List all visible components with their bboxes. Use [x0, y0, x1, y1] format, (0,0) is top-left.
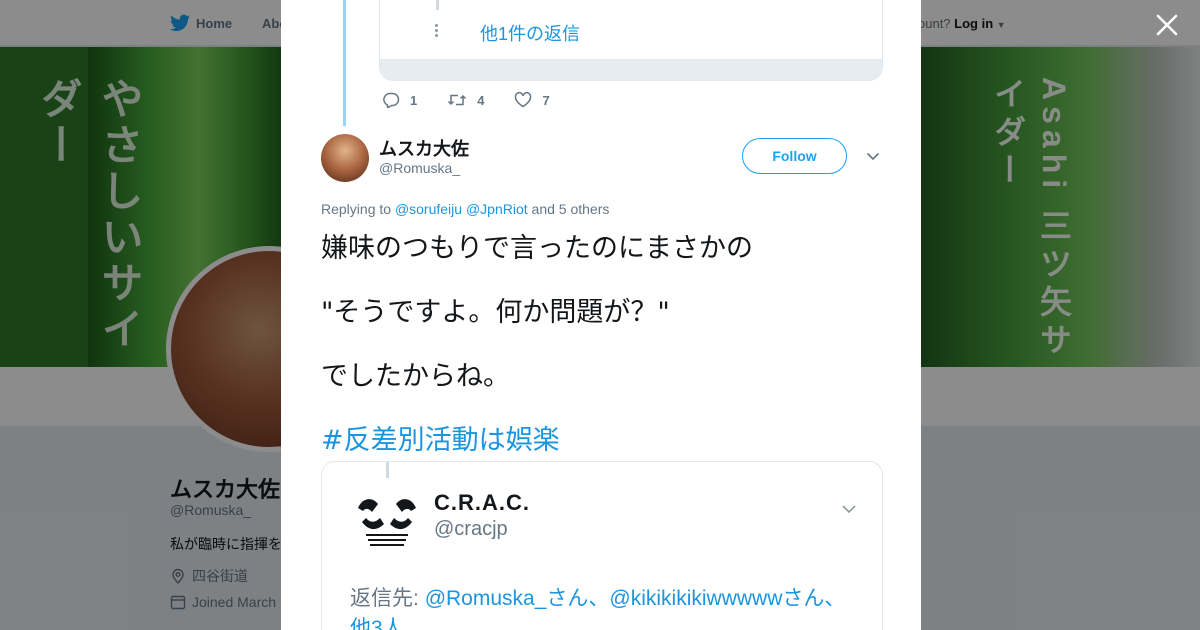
chevron-down-icon[interactable]: [865, 148, 881, 164]
replying-user-2[interactable]: @JpnRiot: [466, 201, 528, 217]
thread-connector-line: [343, 0, 346, 126]
media-account-handle: @cracjp: [434, 518, 508, 540]
tweet-author-avatar[interactable]: [321, 134, 369, 182]
like-count: 7: [542, 92, 550, 108]
parent-quoted-card[interactable]: 他1件の返信: [379, 0, 883, 81]
media-reply-sep-2: さん、: [782, 587, 846, 610]
tweet-author-handle[interactable]: @Romuska_: [379, 160, 460, 176]
quoted-thread-line: [436, 0, 439, 10]
media-reply-user-2: @kikikikikiwwwww: [609, 587, 783, 610]
media-chevron-down-icon: [842, 505, 856, 514]
tweet-hashtag[interactable]: #反差別活動は娯楽: [321, 418, 560, 457]
follow-button[interactable]: Follow: [742, 138, 847, 174]
replying-suffix: and 5 others: [531, 201, 610, 217]
close-icon[interactable]: [1154, 12, 1180, 38]
tweet-text-line-2: "そうですよ。何か問題が？": [321, 297, 670, 328]
quoted-card-footer: [380, 59, 882, 80]
retweet-icon: [448, 94, 467, 106]
media-reply-sep-1: さん、: [546, 587, 610, 610]
media-account-name: C.R.A.C.: [434, 490, 530, 515]
media-reply-more: 他3人: [350, 617, 404, 630]
retweet-action[interactable]: 4: [447, 92, 484, 108]
tweet-media-image[interactable]: C.R.A.C. @cracjp 返信先: @Romuska_さん、@kikik…: [321, 461, 883, 630]
tweet-author-name[interactable]: ムスカ大佐: [379, 135, 469, 161]
media-reply-line: 返信先: @Romuska_さん、@kikikikikiwwwwwさん、: [350, 582, 845, 612]
crac-logo-icon: [358, 499, 416, 546]
more-dots-icon: [435, 24, 440, 39]
replying-user-1[interactable]: @sorufeiju: [395, 201, 462, 217]
media-reply-prefix: 返信先:: [350, 587, 419, 610]
parent-tweet-actions: 1 4 7: [382, 92, 550, 108]
tweet-text-line-3: でしたからね。: [321, 361, 510, 392]
replying-to: Replying to @sorufeiju @JpnRiot and 5 ot…: [321, 201, 609, 217]
more-replies-link[interactable]: 他1件の返信: [480, 20, 580, 46]
retweet-count: 4: [477, 92, 485, 108]
reply-icon: [383, 92, 400, 108]
reply-action[interactable]: 1: [382, 92, 417, 108]
tweet-text-line-1: 嫌味のつもりで言ったのにまさかの: [321, 233, 753, 264]
replying-prefix: Replying to: [321, 201, 392, 217]
media-reply-user-1: @Romuska_: [424, 587, 547, 610]
media-thread-line: [386, 462, 389, 478]
like-icon: [515, 92, 532, 108]
reply-count: 1: [410, 92, 418, 108]
like-action[interactable]: 7: [514, 92, 550, 108]
tweet-modal: 他1件の返信 1 4 7 ムスカ大佐 @Romuska_ Follow Repl…: [281, 0, 921, 630]
